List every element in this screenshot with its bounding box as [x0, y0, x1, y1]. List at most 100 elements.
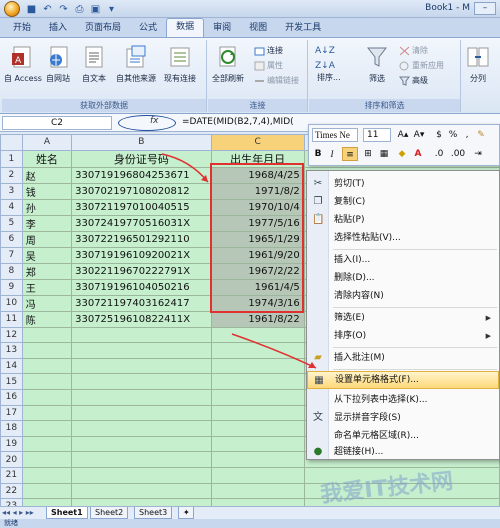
currency-icon[interactable]: $: [433, 128, 445, 142]
save-icon[interactable]: ■: [25, 3, 38, 16]
borders-icon[interactable]: ▦: [377, 147, 391, 161]
cell-name[interactable]: [21, 357, 73, 375]
sort-button[interactable]: 排序...: [317, 72, 341, 83]
row-header[interactable]: 21: [0, 466, 23, 484]
cell-name[interactable]: [21, 373, 73, 390]
redo-icon[interactable]: ↷: [57, 3, 70, 16]
row-header[interactable]: 1: [0, 149, 23, 168]
menu-item-insert[interactable]: 插入(I)...: [307, 251, 499, 269]
cell-id[interactable]: [71, 326, 212, 344]
row-header[interactable]: 7: [0, 246, 23, 264]
tab-home[interactable]: 开始: [4, 20, 40, 37]
properties-button[interactable]: 属性: [254, 59, 283, 72]
row-header[interactable]: 17: [0, 404, 23, 422]
menu-item-cut[interactable]: ✂ 剪切(T): [307, 175, 499, 193]
cell-name[interactable]: [21, 342, 73, 359]
tab-data[interactable]: 数据: [166, 18, 205, 37]
menu-item-delete[interactable]: 删除(D)...: [307, 269, 499, 287]
cell-id[interactable]: 330719196104050216: [71, 278, 212, 296]
from-text-button[interactable]: 自文本: [82, 44, 106, 84]
increase-decimal-icon[interactable]: .00: [449, 147, 467, 161]
connections-button[interactable]: 连接: [254, 44, 283, 57]
cell-dob[interactable]: [210, 435, 305, 453]
menu-item-pick-from-list[interactable]: 从下拉列表中选择(K)...: [307, 391, 499, 409]
cell-id[interactable]: 33071919610920021X: [71, 246, 212, 264]
sheet-tab-2[interactable]: Sheet2: [90, 507, 129, 519]
preview-icon[interactable]: ▣: [89, 3, 102, 16]
format-painter-icon[interactable]: ✎: [475, 128, 487, 142]
sheet-nav-arrows-icon[interactable]: ◂◂ ◂ ▸ ▸▸: [2, 508, 34, 517]
row-header[interactable]: 3: [0, 182, 23, 200]
cell-name[interactable]: [21, 404, 73, 422]
font-color-icon[interactable]: A: [411, 147, 425, 161]
menu-item-filter[interactable]: 筛选(E) ▶: [307, 309, 499, 327]
row-header[interactable]: 11: [0, 310, 23, 328]
font-size-box[interactable]: 11: [363, 128, 391, 142]
font-name-box[interactable]: Times Ne: [312, 128, 358, 142]
sort-az-button[interactable]: A↓Z: [315, 44, 335, 57]
menu-item-insert-comment[interactable]: ▰ 插入批注(M): [307, 349, 499, 367]
cell-id[interactable]: 330721197403162417: [71, 294, 212, 312]
cell-id[interactable]: [71, 342, 212, 359]
row-header[interactable]: 18: [0, 420, 23, 437]
select-all-corner[interactable]: [0, 134, 23, 151]
cell-name[interactable]: [21, 388, 73, 406]
tab-insert[interactable]: 插入: [40, 20, 76, 37]
cell-id[interactable]: 33022119670222791X: [71, 262, 212, 280]
cell-id[interactable]: [71, 373, 212, 390]
existing-connections-button[interactable]: 现有连接: [164, 44, 196, 84]
shrink-font-icon[interactable]: A▾: [413, 128, 425, 142]
from-other-sources-button[interactable]: 自其他来源: [116, 44, 156, 84]
office-button[interactable]: [4, 1, 20, 17]
cell-id[interactable]: [71, 498, 212, 506]
menu-item-hyperlink[interactable]: ● 超链接(H)...: [307, 443, 499, 461]
decrease-decimal-icon[interactable]: .0: [431, 147, 447, 161]
cell-id[interactable]: 33072519610822411X: [71, 310, 212, 328]
reapply-button[interactable]: 重新应用: [399, 59, 444, 72]
cell-dob[interactable]: [210, 498, 305, 506]
column-header-a[interactable]: A: [21, 134, 73, 151]
cell-name[interactable]: [21, 326, 73, 344]
row-header[interactable]: 20: [0, 451, 23, 468]
filter-button[interactable]: 筛选: [365, 44, 389, 84]
cell-name[interactable]: 陈: [21, 310, 73, 328]
indent-icon[interactable]: ⇥: [471, 147, 485, 161]
cell-name[interactable]: 周: [21, 230, 73, 248]
cell-name[interactable]: 吴: [21, 246, 73, 264]
bold-icon[interactable]: B: [312, 147, 324, 161]
row-header[interactable]: 19: [0, 435, 23, 453]
row-header[interactable]: 4: [0, 198, 23, 216]
cell-name[interactable]: [21, 466, 73, 484]
cell-id[interactable]: [71, 482, 212, 500]
row-header[interactable]: 2: [0, 166, 23, 184]
from-web-button[interactable]: 自网站: [46, 44, 70, 84]
cell-dob[interactable]: [210, 404, 305, 422]
cell-id[interactable]: 330722196501292110: [71, 230, 212, 248]
sort-za-button[interactable]: Z↓A: [315, 59, 335, 72]
cell-name[interactable]: [21, 451, 73, 468]
qat-dropdown-icon[interactable]: ▾: [105, 3, 118, 16]
row-header[interactable]: 16: [0, 388, 23, 406]
row-header[interactable]: 9: [0, 278, 23, 296]
menu-item-phonetic[interactable]: 文显示拼音字段(S): [307, 409, 499, 427]
cell-id[interactable]: [71, 357, 212, 375]
align-center-icon[interactable]: ≡: [342, 147, 358, 161]
cell-name[interactable]: 冯: [21, 294, 73, 312]
cell-dob[interactable]: [210, 420, 305, 437]
cell-id[interactable]: [71, 388, 212, 406]
formula-input[interactable]: =DATE(MID(B2,7,4),MID(: [182, 116, 294, 129]
cell-name[interactable]: [21, 420, 73, 437]
menu-item-clear-contents[interactable]: 清除内容(N): [307, 287, 499, 305]
cell-id[interactable]: [71, 451, 212, 468]
cell-id[interactable]: 330721197010040515: [71, 198, 212, 216]
grow-font-icon[interactable]: A▴: [397, 128, 409, 142]
tab-page-layout[interactable]: 页面布局: [76, 20, 130, 37]
cell-dob[interactable]: 1961/8/22: [210, 310, 305, 328]
row-header[interactable]: 10: [0, 294, 23, 312]
edit-links-button[interactable]: 编辑链接: [254, 74, 299, 87]
cell-dob[interactable]: [210, 451, 305, 468]
row-header[interactable]: 15: [0, 373, 23, 390]
print-icon[interactable]: ⎙: [73, 3, 86, 16]
clear-filter-button[interactable]: 清除: [399, 44, 428, 57]
cell-name[interactable]: 郑: [21, 262, 73, 280]
